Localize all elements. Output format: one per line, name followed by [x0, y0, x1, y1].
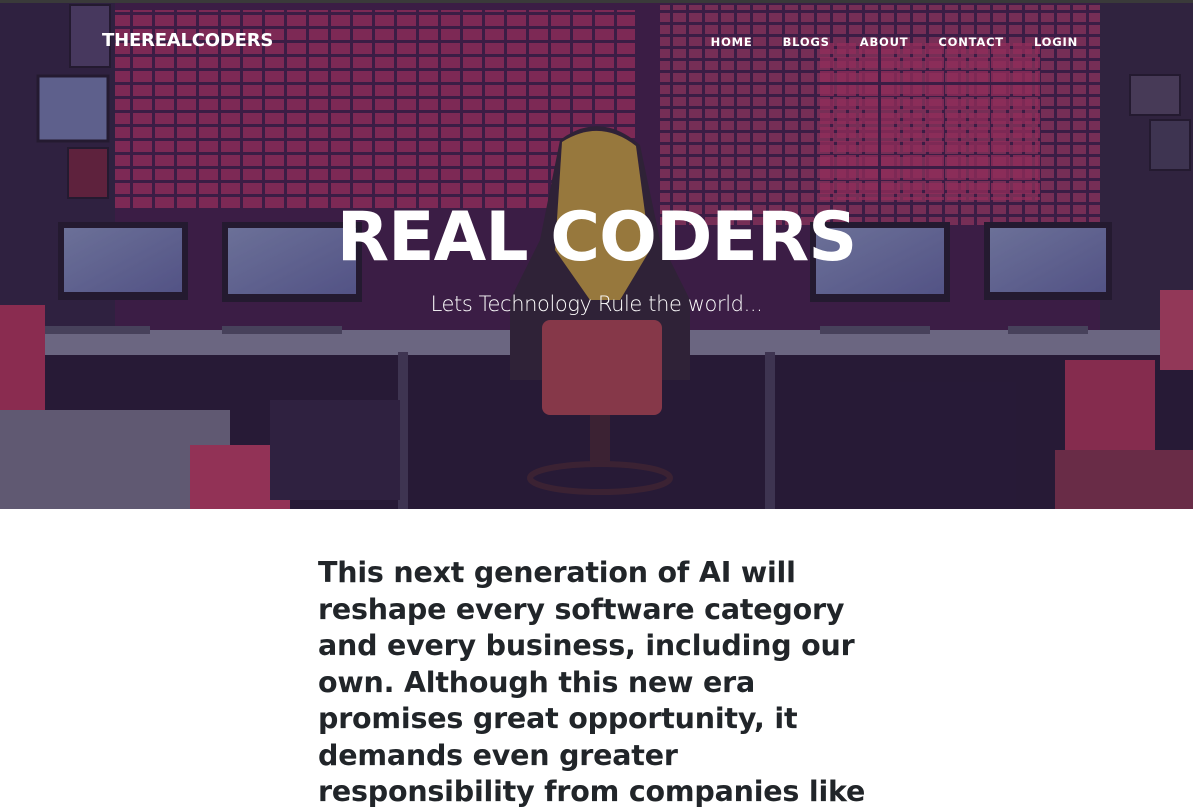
nav-item-contact[interactable]: CONTACT [938, 35, 1004, 49]
hero-section: THEREALCODERS HOME BLOGS ABOUT CONTACT L… [0, 0, 1193, 509]
nav-item-home[interactable]: HOME [711, 35, 753, 49]
top-border [0, 0, 1193, 3]
nav-item-about[interactable]: ABOUT [860, 35, 909, 49]
nav-item-blogs[interactable]: BLOGS [783, 35, 830, 49]
brand-logo-link[interactable]: THEREALCODERS [102, 30, 273, 51]
hero-subtitle: Lets Technology Rule the world... [430, 292, 763, 316]
article-content: This next generation of AI will reshape … [318, 555, 878, 811]
hero-title: REAL CODERS [336, 198, 857, 277]
article-heading: This next generation of AI will reshape … [318, 556, 866, 808]
main-nav: HOME BLOGS ABOUT CONTACT LOGIN [711, 35, 1078, 49]
nav-item-login[interactable]: LOGIN [1034, 35, 1078, 49]
